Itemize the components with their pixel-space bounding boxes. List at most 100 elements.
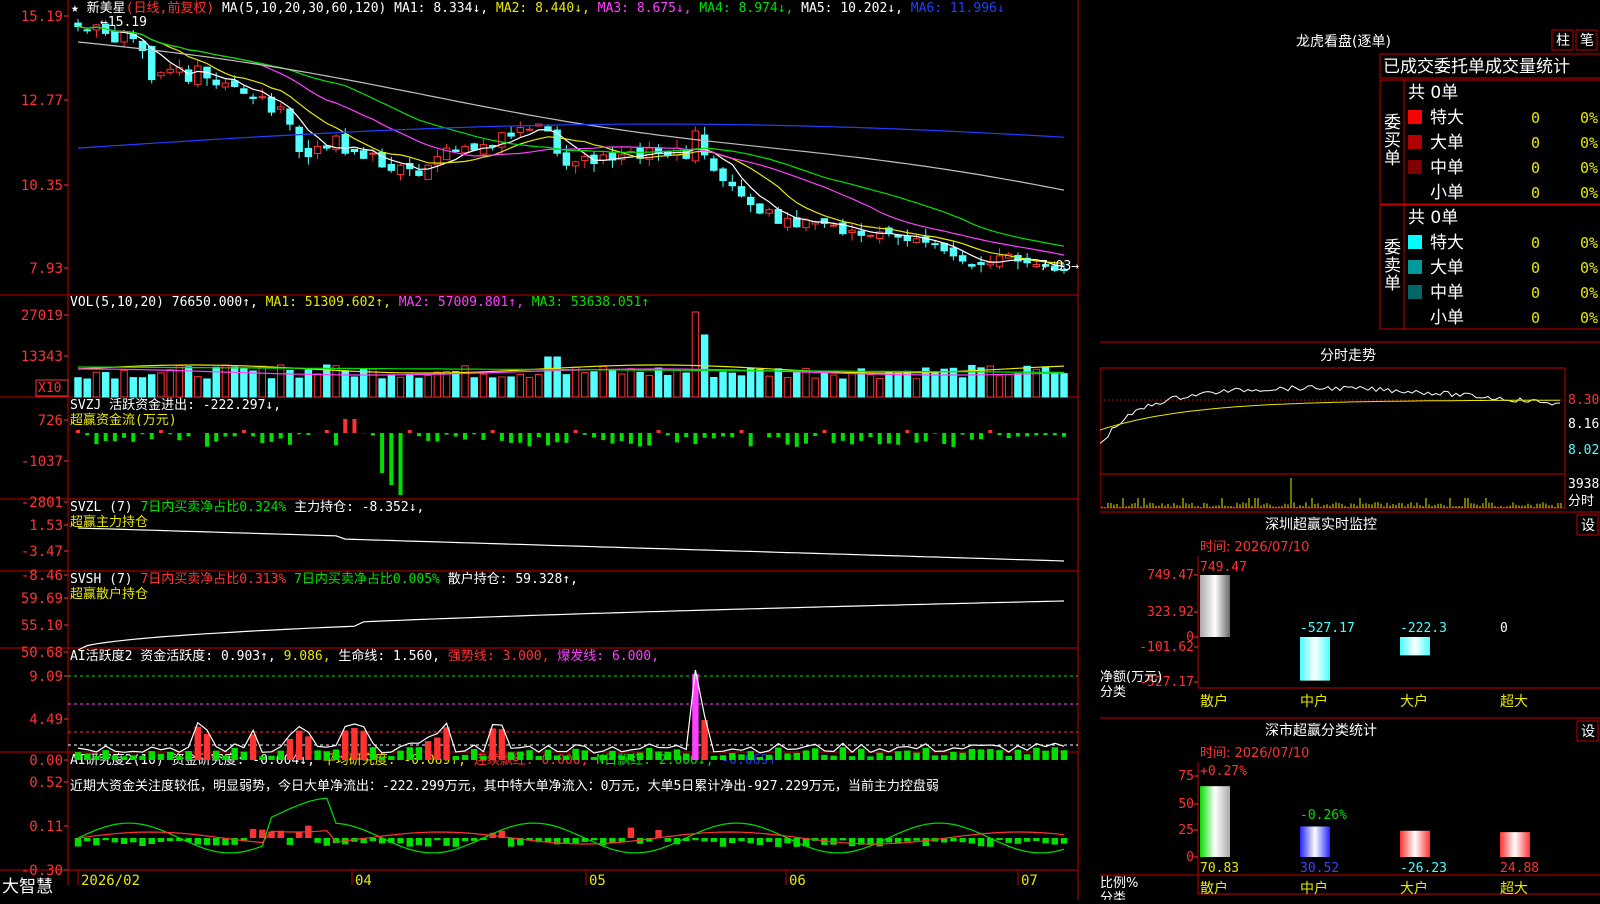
volume-bar	[747, 368, 753, 397]
volume-bar	[148, 375, 154, 397]
activity-bar	[591, 757, 597, 760]
stock-chart[interactable]: ★ 新美星(日线,前复权) MA(5,10,20,30,60,120) MA1:…	[0, 0, 1100, 900]
volume-bar	[582, 373, 588, 397]
candle	[729, 182, 735, 185]
capital-flow-bar	[518, 433, 522, 443]
activity-bar	[526, 750, 532, 760]
tab-orders[interactable]: 委托单	[1434, 57, 1485, 77]
activity-bar	[655, 751, 661, 760]
activity-bar	[969, 749, 975, 760]
activity-bar	[1005, 756, 1011, 760]
activity-bar	[637, 753, 643, 760]
activity-bar	[784, 753, 790, 760]
vol-unit: X10	[38, 381, 61, 396]
capital-flow-bar	[1007, 433, 1011, 438]
candle	[397, 165, 403, 174]
activity-bar	[904, 751, 910, 760]
research-bar	[259, 830, 265, 838]
capital-flow-bar	[187, 433, 191, 436]
svzj-ytick: -1037	[21, 454, 63, 470]
activity-bar	[453, 756, 459, 760]
buy-group-label-char: 买	[1384, 131, 1401, 151]
main-chart-area[interactable]: ★ 新美星(日线,前复权) MA(5,10,20,30,60,120) MA1:…	[0, 0, 1100, 900]
buy-row-count: 0	[1531, 159, 1540, 177]
buy-row-swatch	[1408, 110, 1422, 124]
kline-header-item: MA4: 8.974↓,	[692, 1, 794, 16]
candle	[904, 236, 910, 240]
activity-bar	[333, 749, 339, 760]
activity-bar	[1061, 750, 1067, 760]
candle	[582, 157, 588, 161]
sell-group-label-char: 卖	[1384, 256, 1401, 276]
longhu-title: 龙虎看盘(逐单)	[1296, 33, 1391, 50]
intraday-title: 分时走势	[1320, 348, 1376, 364]
research-bar	[75, 838, 81, 847]
sell-group-label-char: 委	[1384, 238, 1401, 258]
research-bar	[416, 838, 422, 845]
volume-bar	[250, 371, 256, 397]
candle	[803, 220, 809, 228]
candle	[148, 46, 154, 79]
sz-monitor-ylabel: 净额(万元)	[1100, 670, 1162, 685]
sell-row-pct: 0%	[1580, 284, 1598, 302]
capital-flow-bar	[813, 433, 817, 436]
activity-bar	[959, 753, 965, 760]
kline-header: ★ 新美星(日线,前复权) MA(5,10,20,30,60,120) MA1:…	[71, 0, 1005, 16]
svzj-header-item: 活跃资金进出: -222.297↓,	[101, 397, 281, 413]
sell-row-pct: 0%	[1580, 309, 1598, 327]
tab-volume-stats[interactable]: 成交量统计	[1485, 57, 1570, 77]
low-price-label: 7.93→	[1040, 259, 1079, 274]
research-bar	[425, 838, 431, 847]
capital-flow-bar	[1062, 433, 1066, 437]
activity-bar	[121, 756, 127, 760]
ai1-header-item: 生命线: 1.560,	[331, 648, 440, 664]
ai1-header-item: AI活跃度2	[70, 648, 132, 664]
activity-bar	[130, 755, 136, 760]
candle	[867, 235, 873, 236]
svsh-header-item: 7日内买卖净占比0.313%	[133, 571, 287, 587]
activity-bar	[305, 736, 311, 760]
date-label: 06	[789, 873, 806, 889]
research-bar	[102, 838, 108, 840]
capital-flow-bar	[786, 433, 790, 445]
sz-class-ytick: 75	[1178, 769, 1194, 784]
volume-bar	[268, 379, 274, 397]
activity-bar	[434, 738, 440, 760]
tab-executed[interactable]: 已成交	[1383, 57, 1434, 77]
activity-bar	[618, 756, 624, 760]
sz-class-bar	[1300, 826, 1330, 857]
activity-bar	[499, 729, 505, 760]
volume-bar	[453, 372, 459, 397]
candle	[766, 210, 772, 214]
candle	[572, 162, 578, 166]
activity-bar	[867, 756, 873, 760]
capital-flow-bar	[122, 433, 126, 438]
activity-bar	[250, 734, 256, 760]
kline-ytick: 12.77	[21, 93, 63, 109]
capital-flow-bar	[417, 433, 421, 436]
sz-monitor-label: 0	[1500, 621, 1508, 636]
sz-class-ytick: 0	[1186, 850, 1194, 865]
activity-bar	[766, 755, 772, 760]
capital-flow-bar	[684, 433, 688, 437]
svzj-header-item: SVZJ	[70, 398, 101, 413]
sz-monitor-label: -222.3	[1400, 621, 1447, 636]
capital-flow-bar	[85, 433, 89, 435]
activity-bar	[287, 739, 293, 760]
volume-bar	[766, 376, 772, 397]
date-label: 04	[355, 873, 372, 889]
activity-bar	[84, 754, 90, 760]
capital-flow-bar	[942, 433, 946, 444]
research-bar	[324, 838, 330, 846]
capital-flow-bar	[933, 433, 937, 434]
research-bar	[508, 838, 514, 847]
sz-class-xlabel: 分类	[1100, 891, 1126, 900]
research-bar	[1005, 838, 1011, 843]
volume-bar	[508, 377, 514, 397]
tick-view-label: 笔	[1580, 33, 1594, 49]
candle	[563, 153, 569, 165]
activity-bar	[324, 751, 330, 760]
capital-flow-bar	[1053, 433, 1057, 435]
svzl-header-item: 主力持仓: -8.352↓,	[286, 500, 424, 515]
candle	[296, 127, 302, 151]
